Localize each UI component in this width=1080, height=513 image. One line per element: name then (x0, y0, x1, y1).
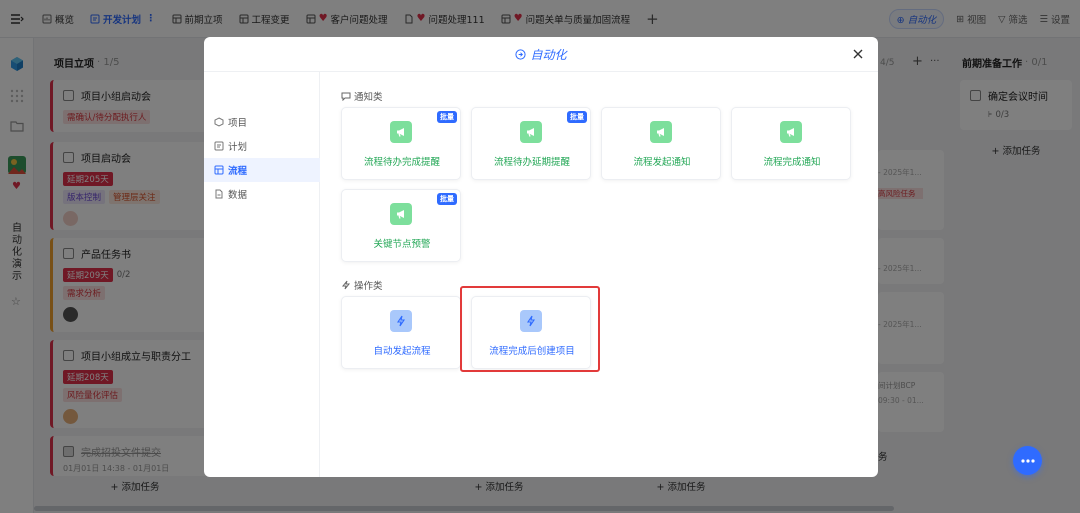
template-card-todo-delay[interactable]: 批量 流程待办延期提醒 (471, 107, 591, 180)
automation-modal: 自动化 项目 计划 流程 数据 通知类 批量 流程待办完成提醒 批量 流程待办延… (204, 37, 878, 477)
automation-templates: 通知类 批量 流程待办完成提醒 批量 流程待办延期提醒 流程发起通知 流程完成通… (321, 72, 878, 477)
nav-item-plan[interactable]: 计划 (204, 134, 320, 158)
megaphone-icon (780, 121, 802, 143)
megaphone-icon (390, 121, 412, 143)
batch-badge: 批量 (437, 111, 457, 123)
close-icon[interactable] (850, 46, 866, 62)
megaphone-icon (390, 203, 412, 225)
nav-label: 流程 (228, 166, 248, 177)
template-label: 关键节点预警 (373, 239, 431, 250)
template-label: 流程完成通知 (763, 157, 821, 168)
batch-badge: 批量 (567, 111, 587, 123)
automation-nav: 项目 计划 流程 数据 (204, 72, 320, 477)
section-label: 通知类 (354, 92, 383, 103)
template-card-auto-start-flow[interactable]: 自动发起流程 (341, 296, 461, 369)
selection-highlight (460, 286, 600, 372)
automation-icon (515, 48, 527, 60)
nav-label: 项目 (228, 118, 248, 129)
modal-title: 自动化 (530, 47, 567, 62)
nav-label: 数据 (228, 190, 248, 201)
more-actions-fab[interactable] (1013, 446, 1042, 475)
modal-header: 自动化 (204, 37, 878, 72)
template-label: 自动发起流程 (373, 346, 431, 357)
nav-item-flow[interactable]: 流程 (204, 158, 320, 182)
project-icon (214, 117, 224, 127)
lightning-icon (341, 280, 351, 290)
nav-label: 计划 (228, 142, 248, 153)
plan-icon (214, 141, 224, 151)
template-label: 流程待办延期提醒 (493, 157, 570, 168)
more-horizontal-icon (1020, 458, 1035, 463)
section-label: 操作类 (354, 281, 383, 292)
flow-icon (214, 165, 224, 175)
section-title-action: 操作类 (341, 278, 383, 292)
nav-item-project[interactable]: 项目 (204, 110, 320, 134)
megaphone-icon (520, 121, 542, 143)
template-card-flow-start[interactable]: 流程发起通知 (601, 107, 721, 180)
nav-item-data[interactable]: 数据 (204, 182, 320, 206)
batch-badge: 批量 (437, 193, 457, 205)
megaphone-icon (650, 121, 672, 143)
template-card-todo-complete[interactable]: 批量 流程待办完成提醒 (341, 107, 461, 180)
message-icon (341, 92, 351, 101)
section-title-notify: 通知类 (341, 89, 383, 103)
data-icon (215, 189, 223, 199)
template-card-key-node-warning[interactable]: 批量 关键节点预警 (341, 189, 461, 262)
template-label: 流程发起通知 (633, 157, 691, 168)
template-label: 流程待办完成提醒 (363, 157, 440, 168)
lightning-icon (390, 310, 412, 332)
template-card-flow-complete[interactable]: 流程完成通知 (731, 107, 851, 180)
